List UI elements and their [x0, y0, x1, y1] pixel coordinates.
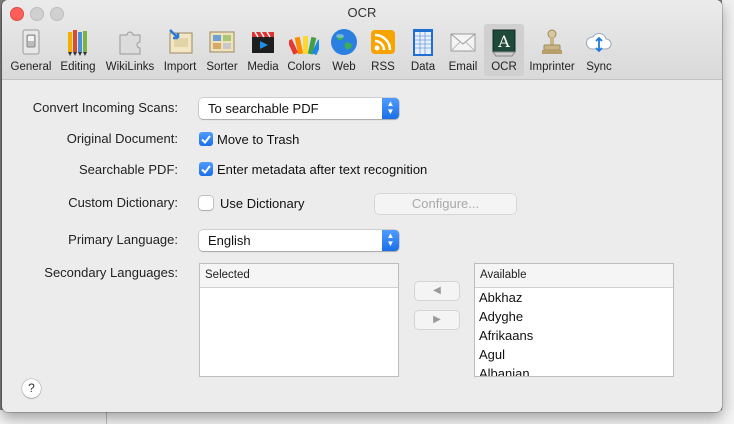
toolbar-item-sync[interactable]: Sync	[580, 24, 618, 76]
toolbar-item-general[interactable]: General	[8, 24, 54, 76]
configure-button[interactable]: Configure...	[375, 194, 516, 214]
arrow-right-icon: ▶	[433, 314, 441, 325]
primary-language-value: English	[208, 233, 251, 248]
popup-arrows-icon: ▲ ▼	[382, 230, 399, 251]
use-dictionary-checkbox[interactable]	[199, 196, 213, 210]
primary-language-popup[interactable]: English ▲ ▼	[199, 230, 399, 251]
custom-dictionary-label: Custom Dictionary:	[68, 195, 178, 210]
available-languages-list[interactable]: Available Abkhaz Adyghe Afrikaans Agul A…	[474, 263, 674, 377]
envelope-icon	[450, 33, 476, 52]
preferences-window: OCR General Editing WikiLinks Import Sor…	[2, 0, 722, 412]
enter-metadata-label: Enter metadata after text recognition	[217, 162, 428, 177]
titlebar: OCR General Editing WikiLinks Import Sor…	[2, 0, 722, 80]
searchable-pdf-label: Searchable PDF:	[79, 162, 178, 177]
spreadsheet-icon	[413, 29, 433, 56]
toolbar-label-rss: RSS	[371, 61, 395, 73]
toolbar-item-imprinter[interactable]: Imprinter	[526, 24, 578, 76]
toolbar-item-media[interactable]: Media	[244, 24, 282, 76]
toolbar-label-email: Email	[448, 61, 478, 73]
toolbar-label-sync: Sync	[586, 61, 612, 73]
toolbar-item-ocr[interactable]: A OCR	[484, 24, 524, 76]
toolbar-item-data[interactable]: Data	[404, 24, 442, 76]
enter-metadata-checkbox[interactable]	[199, 162, 213, 176]
convert-scans-value: To searchable PDF	[208, 101, 319, 116]
list-item[interactable]: Albanian	[475, 364, 673, 376]
stamp-icon	[542, 29, 562, 54]
toolbar-label-media: Media	[247, 61, 279, 73]
use-dictionary-label: Use Dictionary	[220, 196, 305, 211]
toolbar-item-wikilinks[interactable]: WikiLinks	[102, 24, 158, 76]
ocr-icon: A	[492, 29, 516, 57]
original-document-label: Original Document:	[66, 131, 178, 146]
toolbar-item-editing[interactable]: Editing	[56, 24, 100, 76]
move-to-trash-label: Move to Trash	[217, 132, 300, 147]
color-swatches-icon	[289, 36, 319, 56]
toolbar-label-editing: Editing	[60, 61, 96, 73]
svg-text:A: A	[497, 32, 510, 51]
popup-arrows-icon: ▲ ▼	[382, 98, 399, 119]
convert-scans-label: Convert Incoming Scans:	[32, 100, 178, 115]
convert-scans-popup[interactable]: To searchable PDF ▲ ▼	[199, 98, 399, 119]
toolbar-item-colors[interactable]: Colors	[284, 24, 324, 76]
arrow-left-icon: ◀	[433, 285, 441, 296]
import-icon	[169, 29, 193, 54]
checkmark-icon	[201, 135, 211, 145]
toolbar-item-web[interactable]: Web	[326, 24, 362, 76]
pencils-icon	[68, 30, 87, 56]
toolbar-label-import: Import	[163, 61, 197, 73]
toolbar-label-data: Data	[410, 61, 436, 73]
sorter-icon	[209, 31, 235, 53]
list-item[interactable]: Agul	[475, 345, 673, 364]
general-switch-icon	[22, 29, 40, 55]
toolbar-label-web: Web	[332, 61, 356, 73]
list-item[interactable]: Afrikaans	[475, 326, 673, 345]
toolbar-label-wikilinks: WikiLinks	[105, 61, 155, 73]
background-window-edge	[722, 0, 734, 424]
list-item[interactable]: Adyghe	[475, 307, 673, 326]
help-button[interactable]: ?	[22, 379, 41, 398]
toolbar-item-rss[interactable]: RSS	[364, 24, 402, 76]
primary-language-label: Primary Language:	[68, 232, 178, 247]
rss-icon	[371, 30, 395, 54]
background-window-bottom	[0, 410, 734, 424]
remove-language-button[interactable]: ▶	[415, 311, 459, 329]
toolbar-label-sorter: Sorter	[206, 61, 238, 73]
background-divider	[106, 410, 107, 424]
toolbar-label-general: General	[10, 61, 52, 73]
cloud-sync-icon	[586, 32, 612, 53]
checkmark-icon	[201, 165, 211, 175]
window-title: OCR	[347, 5, 377, 20]
available-column-header[interactable]: Available	[475, 264, 673, 288]
toolbar-item-import[interactable]: Import	[160, 24, 200, 76]
toolbar-label-imprinter: Imprinter	[529, 61, 575, 73]
globe-icon	[331, 29, 357, 55]
puzzle-icon	[119, 31, 141, 55]
selected-column-header[interactable]: Selected	[200, 264, 398, 288]
toolbar-item-email[interactable]: Email	[444, 24, 482, 76]
move-to-trash-checkbox[interactable]	[199, 132, 213, 146]
list-item[interactable]: Abkhaz	[475, 288, 673, 307]
secondary-languages-label: Secondary Languages:	[44, 265, 178, 280]
selected-languages-list[interactable]: Selected	[199, 263, 399, 377]
add-language-button[interactable]: ◀	[415, 282, 459, 300]
clapperboard-icon	[252, 31, 274, 53]
toolbar-item-sorter[interactable]: Sorter	[202, 24, 242, 76]
ocr-settings-panel: Convert Incoming Scans: To searchable PD…	[2, 80, 722, 412]
toolbar-label-colors: Colors	[287, 61, 321, 73]
toolbar-label-ocr: OCR	[491, 61, 517, 73]
